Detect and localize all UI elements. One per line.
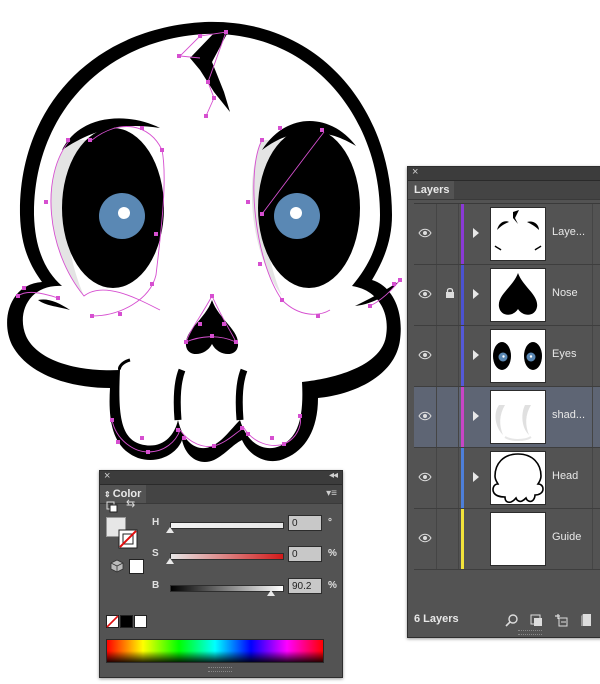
brightness-value-field[interactable]: 90.2 [288, 578, 322, 594]
expand-arrow-icon[interactable] [473, 472, 479, 482]
black-swatch-icon[interactable] [120, 615, 133, 628]
stroke-swatch-none[interactable] [118, 529, 138, 549]
layers-panel-tabs: Layers [408, 181, 600, 200]
layer-row-selected[interactable]: shad... [414, 387, 600, 448]
layer-count: 6 Layers [414, 613, 459, 625]
hue-slider[interactable]: H 0 ° [152, 515, 338, 533]
layer-list[interactable]: Laye... Nose Eyes shad... Head Guide [414, 203, 600, 588]
layer-color-bar [461, 265, 464, 325]
saturation-unit: % [328, 548, 337, 559]
close-icon[interactable]: × [104, 470, 110, 482]
collapse-icon[interactable]: ◂◂ [329, 470, 338, 481]
hue-label: H [152, 517, 160, 528]
layer-color-bar [461, 204, 464, 264]
brightness-slider[interactable]: B 90.2 % [152, 578, 338, 596]
brightness-label: B [152, 580, 160, 591]
visibility-eye-icon[interactable] [418, 533, 432, 543]
make-clipping-mask-icon[interactable] [529, 613, 543, 627]
fill-stroke-widget[interactable]: ⇆ [106, 498, 144, 574]
layers-panel[interactable]: × Layers Laye... Nose Eyes shad... Head … [407, 166, 600, 638]
left-eye[interactable] [62, 128, 164, 288]
expand-arrow-icon[interactable] [473, 228, 479, 238]
swap-fill-stroke-icon[interactable]: ⇆ [126, 497, 135, 510]
none-swatch-icon[interactable] [106, 615, 119, 628]
saturation-track[interactable] [170, 553, 284, 560]
out-of-gamut-cube-icon[interactable] [110, 559, 124, 573]
layer-row[interactable]: Nose [414, 265, 600, 326]
quick-swatches[interactable] [106, 615, 148, 629]
layers-panel-titlebar[interactable]: × [408, 166, 600, 181]
layer-color-bar [461, 326, 464, 386]
layer-thumbnail [490, 390, 546, 444]
layer-row[interactable]: Laye... [414, 204, 600, 265]
web-safe-swatch[interactable] [129, 559, 144, 574]
saturation-thumb[interactable] [166, 558, 174, 564]
expand-arrow-icon[interactable] [473, 289, 479, 299]
hue-unit: ° [328, 517, 332, 528]
panel-menu-icon[interactable]: ▾≡ [326, 488, 337, 499]
color-panel[interactable]: × ◂◂ ⇕ Color ▾≡ ⇆ H 0 ° S 0 % B 90.2 % [99, 470, 343, 678]
layer-thumbnail [490, 451, 546, 505]
layer-color-bar [461, 387, 464, 447]
layer-thumbnail [490, 207, 546, 261]
layer-name[interactable]: shad... [552, 409, 585, 421]
visibility-eye-icon[interactable] [418, 411, 432, 421]
default-fill-stroke-icon[interactable] [106, 501, 118, 513]
expand-arrow-icon[interactable] [473, 411, 479, 421]
layer-color-bar [461, 509, 464, 569]
layer-color-bar [461, 448, 464, 508]
layer-name[interactable]: Head [552, 470, 578, 482]
lock-icon[interactable] [445, 287, 455, 299]
visibility-eye-icon[interactable] [418, 472, 432, 482]
close-icon[interactable]: × [412, 166, 418, 178]
resize-grip[interactable] [518, 630, 542, 635]
expand-arrow-icon[interactable] [473, 350, 479, 360]
saturation-value-field[interactable]: 0 [288, 546, 322, 562]
hue-track[interactable] [170, 522, 284, 529]
white-swatch-icon[interactable] [134, 615, 147, 628]
layer-name[interactable]: Laye... [552, 226, 585, 238]
layer-row[interactable]: Guide [414, 509, 600, 570]
layer-thumbnail [490, 512, 546, 566]
layers-footer: 6 Layers [408, 609, 600, 631]
hue-thumb[interactable] [166, 527, 174, 533]
visibility-eye-icon[interactable] [418, 289, 432, 299]
layer-thumbnail [490, 329, 546, 383]
layer-row[interactable]: Eyes [414, 326, 600, 387]
layer-name[interactable]: Nose [552, 287, 578, 299]
resize-grip[interactable] [208, 667, 232, 672]
locate-object-icon[interactable] [505, 613, 519, 627]
new-layer-icon[interactable] [580, 613, 594, 627]
layer-row[interactable]: Head [414, 448, 600, 509]
brightness-unit: % [328, 580, 337, 591]
color-panel-titlebar[interactable]: × ◂◂ [100, 470, 342, 485]
visibility-eye-icon[interactable] [418, 350, 432, 360]
layer-name[interactable]: Eyes [552, 348, 576, 360]
color-spectrum[interactable] [106, 639, 324, 663]
create-sublayer-icon[interactable] [554, 613, 568, 627]
color-panel-tabs: ⇕ Color ▾≡ [100, 485, 342, 504]
layer-name[interactable]: Guide [552, 531, 581, 543]
visibility-eye-icon[interactable] [418, 228, 432, 238]
layer-thumbnail [490, 268, 546, 322]
tab-layers[interactable]: Layers [408, 181, 454, 199]
hue-value-field[interactable]: 0 [288, 515, 322, 531]
saturation-slider[interactable]: S 0 % [152, 546, 338, 564]
brightness-thumb[interactable] [267, 590, 275, 596]
saturation-label: S [152, 548, 159, 559]
